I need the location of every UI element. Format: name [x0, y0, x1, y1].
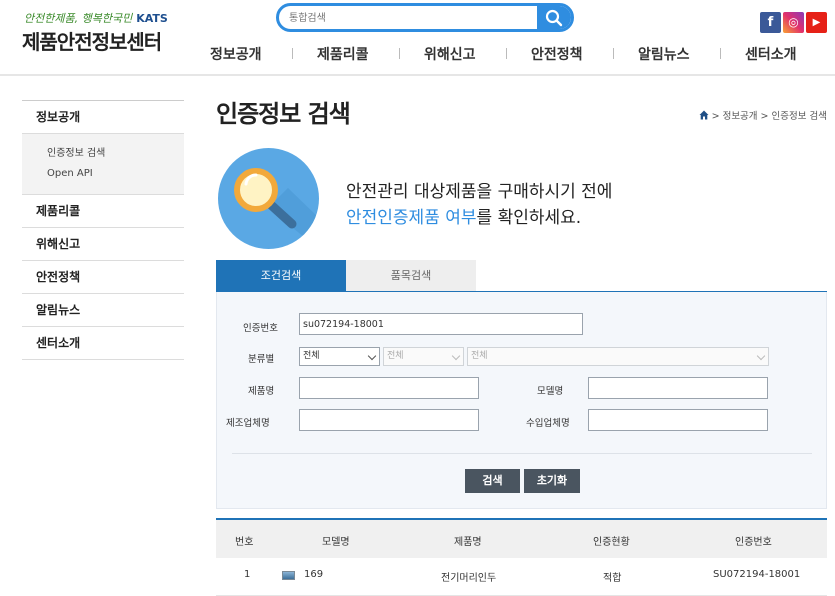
page-title: 인증정보 검색: [216, 100, 351, 128]
sidebar-item-report[interactable]: 위해신고: [22, 227, 184, 260]
home-icon[interactable]: [699, 110, 709, 120]
search-box: [276, 3, 574, 32]
sidebar-subitem-open-api[interactable]: Open API: [47, 164, 184, 184]
gnb-divider: [399, 48, 400, 59]
tab-condition-search[interactable]: 조건검색: [216, 260, 346, 292]
gnb-item-report[interactable]: 위해신고: [424, 44, 476, 64]
importer-label: 수입업체명: [526, 418, 570, 429]
magnifier-icon: [234, 168, 319, 249]
cell-status: 적합: [603, 573, 622, 584]
sidebar: 정보공개 인증정보 검색 Open API 제품리콜 위해신고 안전정책 알림뉴…: [22, 100, 184, 360]
cell-no: 1: [244, 569, 251, 580]
product-name-input[interactable]: [299, 377, 479, 399]
tab-item-search[interactable]: 품목검색: [346, 260, 476, 292]
chevron-down-icon: [451, 351, 461, 361]
product-thumbnail[interactable]: [282, 571, 295, 580]
sidebar-subitem-cert-search[interactable]: 인증정보 검색: [47, 144, 184, 164]
reset-button[interactable]: 초기화: [524, 469, 580, 493]
site-header: 안전한제품, 행복한국민KATS 제품안전정보센터 f ◎ ▶ 정보공개 제품리…: [0, 0, 835, 76]
col-header-product: 제품명: [454, 537, 482, 548]
search-form: 인증번호 분류별 전체 전체 전체 제품명 모델명 제조업체명 수입업체명 검색…: [216, 292, 827, 509]
gnb-divider: [613, 48, 614, 59]
maker-input[interactable]: [299, 409, 479, 431]
category-label: 분류별: [248, 354, 275, 365]
table-row[interactable]: 1 169 전기머리인두 적합 SU072194-18001: [216, 558, 827, 596]
cell-model[interactable]: 169: [304, 569, 323, 580]
kats-logo: KATS: [136, 12, 168, 25]
sidebar-submenu: 인증정보 검색 Open API: [22, 133, 184, 194]
product-name-label: 제품명: [248, 386, 275, 397]
chevron-down-icon: [756, 351, 766, 361]
col-header-cert-no: 인증번호: [735, 537, 772, 548]
gnb-item-info[interactable]: 정보공개: [210, 44, 262, 64]
cert-no-input[interactable]: [299, 313, 583, 335]
cert-no-label: 인증번호: [243, 323, 278, 334]
form-divider: [232, 453, 812, 454]
gnb-item-news[interactable]: 알림뉴스: [638, 44, 690, 64]
category-select-1[interactable]: 전체: [299, 347, 380, 366]
col-header-model: 모델명: [322, 537, 350, 548]
search-submit-button[interactable]: 검색: [465, 469, 520, 493]
sidebar-item-about[interactable]: 센터소개: [22, 326, 184, 359]
sidebar-item-recall[interactable]: 제품리콜: [22, 194, 184, 227]
search-icon: [545, 9, 563, 27]
gnb-divider: [720, 48, 721, 59]
gnb-divider: [292, 48, 293, 59]
youtube-icon[interactable]: ▶: [806, 12, 827, 33]
search-input[interactable]: [289, 9, 529, 27]
facebook-icon[interactable]: f: [760, 12, 781, 33]
cell-cert-no[interactable]: SU072194-18001: [713, 569, 800, 580]
sidebar-item-info[interactable]: 정보공개: [22, 100, 184, 133]
gnb-item-recall[interactable]: 제품리콜: [317, 44, 369, 64]
importer-input[interactable]: [588, 409, 768, 431]
breadcrumb: > 정보공개 > 인증정보 검색: [699, 108, 827, 122]
col-header-status: 인증현황: [593, 537, 630, 548]
main-navigation: 정보공개 제품리콜 위해신고 안전정책 알림뉴스 센터소개: [0, 44, 835, 68]
breadcrumb-path: > 정보공개 > 인증정보 검색: [711, 111, 827, 122]
model-name-input[interactable]: [588, 377, 768, 399]
category-select-2[interactable]: 전체: [383, 347, 464, 366]
instagram-icon[interactable]: ◎: [783, 12, 804, 33]
chevron-down-icon: [367, 351, 377, 361]
magnifier-illustration: [218, 148, 319, 249]
logo-slogan[interactable]: 안전한제품, 행복한국민 KATS: [24, 10, 168, 26]
cell-product: 전기머리인두: [441, 573, 497, 584]
banner-text-line1: 안전관리 대상제품을 구매하시기 전에: [346, 182, 613, 202]
col-header-no: 번호: [235, 537, 254, 548]
results-table-header: 번호 모델명 제품명 인증현황 인증번호: [216, 520, 827, 558]
gnb-item-policy[interactable]: 안전정책: [531, 44, 583, 64]
sidebar-item-news[interactable]: 알림뉴스: [22, 293, 184, 326]
model-name-label: 모델명: [537, 386, 564, 397]
banner-text-rest: 를 확인하세요.: [476, 208, 582, 228]
slogan-text: 안전한제품, 행복한국민: [24, 12, 133, 25]
category-select-3[interactable]: 전체: [467, 347, 769, 366]
search-button[interactable]: [537, 6, 571, 29]
sidebar-item-policy[interactable]: 안전정책: [22, 260, 184, 293]
maker-label: 제조업체명: [226, 418, 270, 429]
banner-highlight: 안전인증제품 여부: [346, 208, 477, 228]
gnb-divider: [506, 48, 507, 59]
gnb-item-about[interactable]: 센터소개: [745, 44, 797, 64]
banner-text-line2: 안전인증제품 여부를 확인하세요.: [346, 203, 581, 228]
